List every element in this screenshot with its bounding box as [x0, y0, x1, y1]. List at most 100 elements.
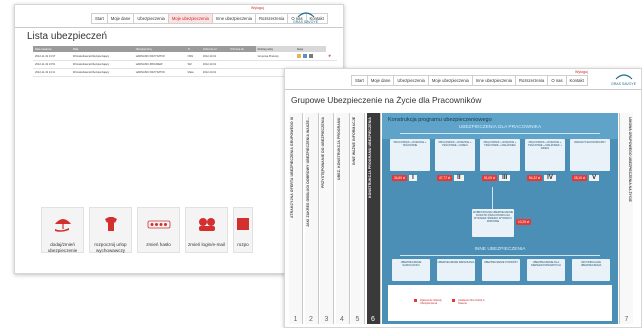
variant-box-3[interactable]: PRACOWNIK + RODZICE + TEŚCIOWIE + MAŁŻON…	[480, 139, 520, 171]
connector-line	[400, 133, 600, 134]
table-cell: 2012-11-19 13:37	[33, 52, 71, 61]
nav-item-5[interactable]: Rozszerzenia	[514, 75, 548, 86]
panel-heading: Konstrukcja programu ubezpieczeniowego	[388, 117, 492, 123]
nav-item-6[interactable]: O nas	[547, 75, 566, 86]
slide-tab-label: PRZYSTĘPOWANIE DO UBEZPIECZENIA	[321, 117, 325, 189]
action-tile-1[interactable]: rozpocznij urlop wychowawczy	[89, 207, 132, 253]
nav-item-0[interactable]: Start	[351, 75, 367, 86]
note-item-1: Zgłoszenie Szkody Ubezpieczenia	[420, 299, 442, 306]
edit-icon[interactable]	[296, 53, 301, 58]
action-tile-2[interactable]: zmień hasło	[137, 207, 180, 253]
nav-item-0[interactable]: Start	[91, 13, 107, 24]
slide-tab-label: KONSTRUKCJA PROGRAMU UBEZPIECZENIA	[367, 117, 372, 199]
action-tile-0[interactable]: dodaj/zmień ubezpieczenie	[41, 207, 84, 253]
action-tile-3[interactable]: zmień login/e-mail	[185, 207, 228, 253]
other-insurance-2[interactable]: UBEZPIECZENIE MIESZKANIA	[437, 259, 475, 281]
slide-tab-5[interactable]: INNE WAŻNE INFORMACJE 5	[351, 113, 365, 324]
variant-box-2[interactable]: PRACOWNIK + RODZICE + TEŚCIOWIE + DZIECI	[435, 139, 475, 171]
note-item-2: Ustalenie OFe Kolizji w Świecie	[458, 299, 485, 306]
action-tiles: dodaj/zmień ubezpieczenie rozpocznij urlo…	[41, 207, 258, 253]
nav-item-3[interactable]: Moje ubezpieczenia	[167, 13, 212, 24]
table-cell: Wnioskodawca/Ubezpieczający	[70, 52, 134, 61]
view-icon[interactable]	[302, 53, 307, 58]
slide-tab-number: 4	[340, 316, 344, 323]
table-cell	[294, 52, 327, 61]
table-cell: 2012-10-01	[200, 52, 229, 61]
connector-line	[400, 255, 600, 256]
slide-tab-1[interactable]: ATRAKCYJNA OFERTA UBEZPIECZENIA GRUPOWEG…	[289, 113, 303, 324]
main-nav-front: Start Moje dane Ubezpieczenia Moje ubezpiec…	[351, 75, 588, 86]
action-label: rozpocznij urlop wychowawczy	[94, 242, 127, 253]
logo-text: GRAS SAVOYE	[611, 81, 637, 86]
slide-tab-number: 1	[293, 316, 298, 323]
slide-tab-2[interactable]: JAKI ZAKRES OBSŁUGI DOBROWY UBEZPIECZENI…	[304, 113, 319, 324]
slide-tab-number: 3	[324, 316, 329, 323]
variant-number: II	[454, 175, 464, 181]
variant-box-5[interactable]: WARIANT EKONOMICZNY	[570, 139, 610, 171]
page-title: Grupowe Ubezpieczenie na Życie dla Praco…	[291, 95, 482, 105]
slide-tab-number: 2	[309, 316, 313, 323]
slide-tab-label: ATRAKCYJNA OFERTA UBEZPIECZENIA GRUPOWEG…	[290, 117, 294, 219]
nav-item-7[interactable]: Kontakt	[565, 75, 588, 86]
action-label: zmień login/e-mail	[187, 242, 226, 247]
table-cell	[228, 60, 256, 69]
nav-item-1[interactable]: Moje dane	[366, 75, 394, 86]
variant-box-4[interactable]: PRACOWNIK + RODZICE + TEŚCIOWIE + MAŁŻON…	[525, 139, 565, 171]
nav-item-5[interactable]: Rozszerzenia	[254, 13, 288, 24]
logo-text: GRAS SAVOYE	[293, 19, 319, 24]
brand-logo[interactable]: GRAS SAVOYE	[293, 11, 318, 25]
variant-box-1[interactable]: PRACOWNIK + RODZICE + TEŚCIOWIE	[390, 139, 430, 171]
variant-price-3: 51,05 zł III	[482, 175, 511, 181]
price-tag: 51,05 zł	[482, 175, 498, 181]
other-insurance-5[interactable]: INDYWIDUALNE UBEZPIECZENIA	[572, 259, 610, 281]
print-icon[interactable]	[308, 53, 313, 58]
other-insurance-3[interactable]: UBEZPIECZENIE PODRÓŻY	[482, 259, 520, 281]
variant-number: I	[409, 175, 417, 181]
variant-price-2: 47,77 zł II	[437, 175, 464, 181]
brand-logo-front[interactable]: GRAS SAVOYE	[611, 73, 636, 87]
table-cell: Mata	[185, 68, 201, 77]
slide-tab-label: INNE WAŻNE INFORMACJE	[352, 117, 356, 166]
action-label: rozpo	[237, 242, 249, 247]
nav-item-2[interactable]: Ubezpieczenia	[133, 13, 168, 24]
table-cell: HARNASKI KRZYSZTOF	[133, 68, 186, 77]
table-cell: 2012-11-19 13:51	[33, 60, 71, 69]
table-cell: NSN	[185, 52, 201, 61]
other-insurance-1[interactable]: UBEZPIECZENIE SAMOCHODU	[392, 259, 430, 281]
nav-item-1[interactable]: Moje dane	[106, 13, 134, 24]
price-tag: 10,25 zł	[516, 219, 532, 225]
table-cell: Grupowa Pracowy	[255, 52, 295, 61]
variant-number: V	[589, 175, 600, 181]
slide-tab-6[interactable]: KONSTRUKCJA PROGRAMU UBEZPIECZENIA 6	[366, 113, 381, 324]
delete-icon[interactable]: ◕	[328, 53, 331, 59]
table-row[interactable]: 2012-11-19 13:37 Wnioskodawca/Ubezpieczaj…	[33, 52, 337, 61]
table-cell: Wnioskodawca/Ubezpieczający	[70, 68, 134, 77]
table-cell: WZ	[185, 60, 201, 69]
table-cell	[228, 52, 256, 61]
slide-tab-label: JAKI ZAKRES OBSŁUGI DOBROWY UBEZPIECZENI…	[305, 117, 310, 228]
slide-tab-7[interactable]: UMOWA GRUPOWEGO UBEZPIECZENIA NA ŻYCIE 7	[619, 113, 633, 324]
profile-heads-icon	[197, 216, 217, 237]
logout-link-front[interactable]: Wyloguj	[575, 70, 588, 74]
nav-item-4[interactable]: Inne ubezpieczenia	[211, 13, 255, 24]
price-tag: 54,32 zł	[527, 175, 543, 181]
slide-tab-4[interactable]: UBEZ. KONSTRUKCJA PROGRAMU 4	[335, 113, 350, 324]
variant-number: IV	[544, 175, 556, 181]
nav-item-4[interactable]: Inne ubezpieczenia	[471, 75, 515, 86]
table-cell	[228, 68, 256, 77]
nav-item-2[interactable]: Ubezpieczenia	[393, 75, 428, 86]
variant-number: III	[499, 175, 511, 181]
slide-tab-3[interactable]: PRZYSTĘPOWANIE DO UBEZPIECZENIA 3	[320, 113, 334, 324]
nav-item-3[interactable]: Moje ubezpieczenia	[427, 75, 472, 86]
program-panel: Konstrukcja programu ubezpieczeniowego U…	[382, 113, 618, 324]
warning-icon	[414, 299, 417, 302]
slide-accordion: ATRAKCYJNA OFERTA UBEZPIECZENIA GRUPOWEG…	[289, 113, 633, 324]
action-tile-4[interactable]: rozpo	[233, 207, 253, 253]
logout-link[interactable]: Wyloguj	[251, 6, 264, 10]
password-stars-icon	[147, 216, 171, 237]
partial-icon	[235, 216, 251, 237]
slide-tab-number: 5	[355, 316, 360, 323]
dobrowolne-box[interactable]: DOBROWOLNE UBEZPIECZENIE DODATKI PRACOWN…	[472, 209, 514, 237]
table-cell: HARNASKI ZBIGNIEW	[133, 60, 186, 69]
other-insurance-4[interactable]: UBEZPIECZENIE DLA NIEPEŁNOSPRAWNYCH	[527, 259, 565, 281]
